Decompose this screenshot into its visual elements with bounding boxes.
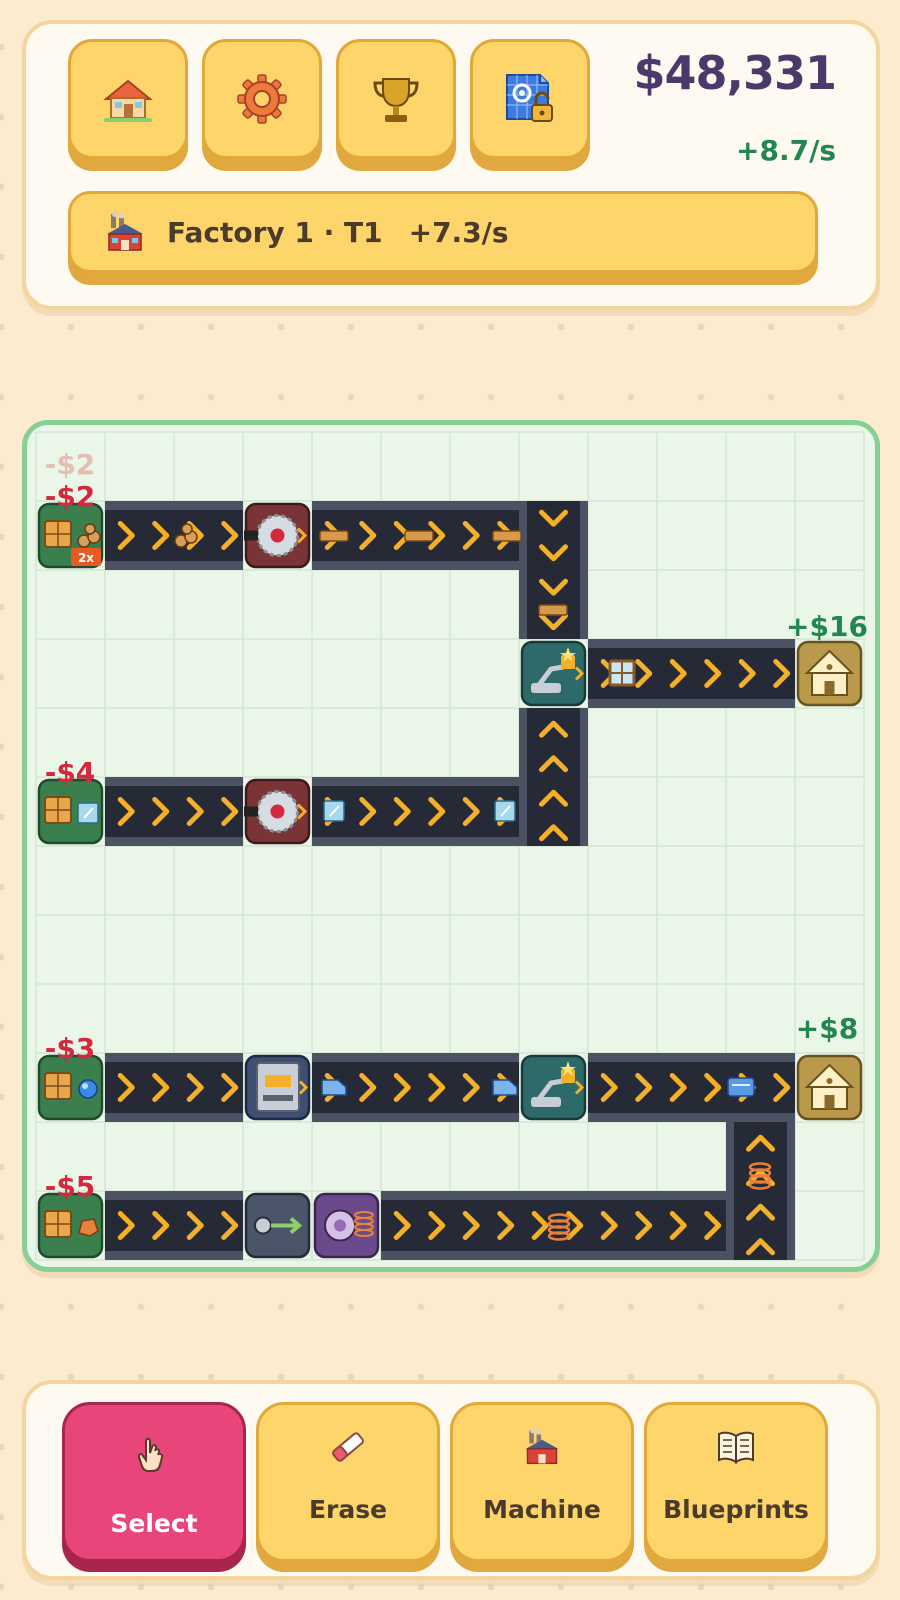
eraser-icon xyxy=(332,1432,364,1462)
income-rate: +8.7/s xyxy=(736,134,836,167)
gear-icon xyxy=(237,74,287,124)
factory-rate: +7.3/s xyxy=(408,215,509,249)
blueprint-unlock-button[interactable] xyxy=(470,39,590,159)
factory-board[interactable] xyxy=(22,420,880,1272)
house-icon xyxy=(103,79,153,122)
machine-tool-label: Machine xyxy=(483,1495,601,1524)
factory-name: Factory 1 · T1 xyxy=(167,215,383,249)
blueprints-tool-button[interactable]: Blueprints xyxy=(644,1402,828,1562)
erase-tool-button[interactable]: Erase xyxy=(256,1402,440,1562)
select-tool-label: Select xyxy=(110,1509,198,1538)
tool-bar: Select Erase Machine Blueprints xyxy=(22,1380,880,1580)
machine-tool-button[interactable]: Machine xyxy=(450,1402,634,1562)
select-tool-button[interactable]: Select xyxy=(62,1402,246,1562)
settings-button[interactable] xyxy=(202,39,322,159)
blueprint-unlock-icon xyxy=(506,74,553,122)
achievements-button[interactable] xyxy=(336,39,456,159)
factory-icon xyxy=(107,211,143,251)
home-button[interactable] xyxy=(68,39,188,159)
top-hud-panel: $48,331 +8.7/s Factory 1 · T1 +7.3/s xyxy=(22,20,880,310)
pointer-hand-icon xyxy=(137,1437,164,1472)
factory-icon xyxy=(525,1427,559,1465)
trophy-icon xyxy=(373,78,419,122)
factory-selector[interactable]: Factory 1 · T1 +7.3/s xyxy=(68,191,818,273)
book-icon xyxy=(718,1431,754,1464)
blueprints-tool-label: Blueprints xyxy=(663,1495,809,1524)
erase-tool-label: Erase xyxy=(308,1495,388,1524)
money-balance: $48,331 xyxy=(633,46,837,100)
